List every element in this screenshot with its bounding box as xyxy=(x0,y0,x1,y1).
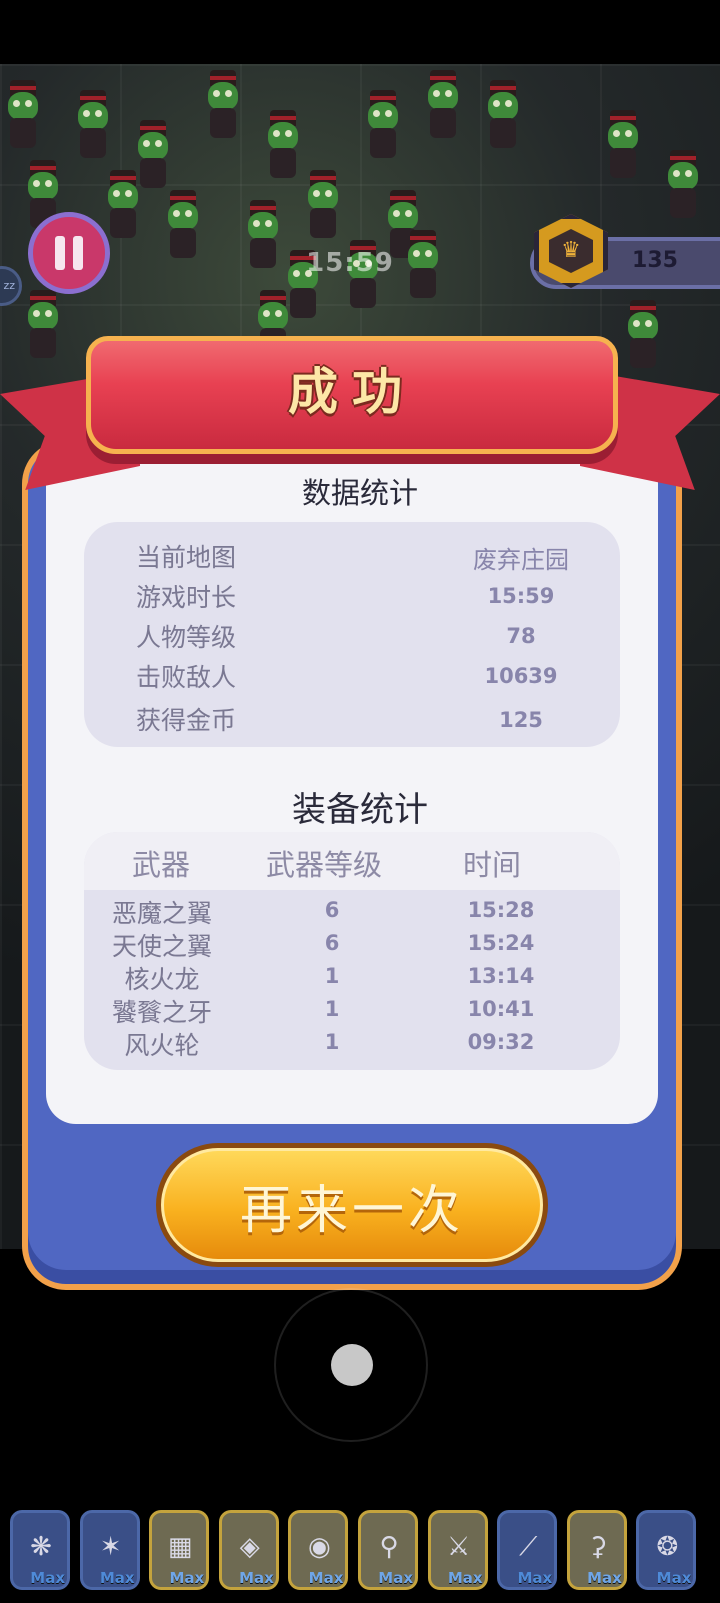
spear-icon: ⟋ xyxy=(519,1532,538,1562)
max-level-label: Max xyxy=(99,1569,135,1587)
demon-wings-icon: ❋ xyxy=(30,1532,52,1562)
zombie-enemy xyxy=(100,170,146,240)
side-status-text: zz xyxy=(3,279,15,292)
wheel-icon: ◉ xyxy=(308,1532,331,1562)
stat-value-duration: 15:59 xyxy=(487,584,555,608)
max-level-label: Max xyxy=(308,1569,344,1587)
hook-staff-icon: ⚳ xyxy=(588,1532,608,1562)
equip-row-time: 13:14 xyxy=(467,964,535,988)
fish-icon: ◈ xyxy=(239,1532,260,1562)
equip-row-time: 10:41 xyxy=(467,997,535,1021)
crown-icon: ♛ xyxy=(549,229,593,273)
angel-wings-icon: ✶ xyxy=(99,1532,122,1562)
weapon-bar: ❋ Max ✶ Max ▦ Max ◈ Max ◉ Max ⚲ Max ⚔ Max ⟋ Max ⚳ Max ❂ Max xyxy=(0,1500,720,1603)
zombie-enemy xyxy=(20,290,66,360)
pause-icon-bar-left xyxy=(55,236,65,270)
max-level-label: Max xyxy=(378,1569,413,1587)
weapon-slot[interactable]: ◈ Max xyxy=(218,1510,279,1590)
stat-value-map: 废弃庄园 xyxy=(473,546,569,574)
zombie-enemy xyxy=(620,300,666,370)
equip-row-name: 核火龙 xyxy=(124,965,200,994)
weapon-slot[interactable]: ⚔ Max xyxy=(427,1510,488,1590)
equip-row-name: 天使之翼 xyxy=(111,932,212,961)
zombie-enemy xyxy=(200,70,246,140)
zombie-enemy xyxy=(480,80,526,150)
sword-icon: ⚔ xyxy=(446,1532,471,1562)
pause-button[interactable] xyxy=(28,212,110,294)
zombie-enemy xyxy=(0,80,46,150)
weapon-slot[interactable]: ❋ Max xyxy=(10,1510,70,1590)
retry-button-label: 再来一次 xyxy=(161,1148,543,1262)
weapon-slot[interactable]: ⚳ Max xyxy=(566,1510,627,1590)
stat-label-level: 人物等级 xyxy=(136,623,237,652)
weapon-slot[interactable]: ◉ Max xyxy=(288,1510,349,1590)
weapon-slot[interactable]: ✶ Max xyxy=(79,1510,140,1590)
equip-row-time: 15:28 xyxy=(467,898,535,922)
weapon-slot[interactable]: ⟋ Max xyxy=(497,1510,558,1590)
equip-row-time: 15:24 xyxy=(467,931,535,955)
stat-value-kills: 10639 xyxy=(484,664,558,688)
zombie-enemy xyxy=(360,90,406,160)
staff-icon: ⚲ xyxy=(379,1532,399,1562)
stat-label-kills: 击败敌人 xyxy=(136,663,237,692)
equip-row-level: 1 xyxy=(324,997,340,1021)
zombie-enemy xyxy=(420,70,466,140)
zombie-enemy xyxy=(600,110,646,180)
stat-value-level: 78 xyxy=(506,624,536,648)
equip-row-level: 1 xyxy=(324,1030,340,1054)
max-level-label: Max xyxy=(447,1569,483,1587)
data-stats-title: 数据统计 xyxy=(301,476,418,510)
zombie-enemy xyxy=(70,90,116,160)
stat-label-gold: 获得金币 xyxy=(136,706,237,735)
stat-value-gold: 125 xyxy=(499,708,543,732)
zombie-enemy xyxy=(160,190,206,260)
equip-header-time: 时间 xyxy=(463,848,522,882)
joystick-knob[interactable] xyxy=(331,1344,373,1386)
zombie-enemy xyxy=(660,150,706,220)
game-timer: 15:59 xyxy=(306,248,394,278)
equip-header-level: 武器等级 xyxy=(266,848,383,882)
weapon-slot[interactable]: ❂ Max xyxy=(636,1510,697,1590)
equip-header-weapon: 武器 xyxy=(132,848,191,882)
equip-row-level: 1 xyxy=(324,964,340,988)
max-level-label: Max xyxy=(656,1569,692,1587)
max-level-label: Max xyxy=(587,1569,622,1587)
equip-stats-title: 装备统计 xyxy=(292,790,428,830)
equip-row-level: 6 xyxy=(324,931,340,955)
retry-button[interactable]: 再来一次 xyxy=(156,1143,548,1267)
max-level-label: Max xyxy=(30,1569,65,1587)
stat-label-duration: 游戏时长 xyxy=(136,583,237,612)
weapon-slot[interactable]: ⚲ Max xyxy=(358,1510,418,1590)
max-level-label: Max xyxy=(169,1569,205,1587)
result-title: 成功 xyxy=(288,363,416,421)
equip-row-name: 饕餮之牙 xyxy=(111,998,212,1027)
dragon-icon: ❂ xyxy=(656,1532,679,1562)
equip-row-name: 恶魔之翼 xyxy=(111,899,212,928)
weapon-slot[interactable]: ▦ Max xyxy=(149,1510,210,1590)
stat-label-map: 当前地图 xyxy=(136,543,237,572)
coin-count: 135 xyxy=(632,248,678,273)
zombie-enemy xyxy=(300,170,346,240)
max-level-label: Max xyxy=(517,1569,553,1587)
pause-icon-bar-right xyxy=(73,236,83,270)
max-level-label: Max xyxy=(239,1569,274,1587)
stone-block-icon: ▦ xyxy=(167,1532,193,1562)
equip-row-level: 6 xyxy=(324,898,340,922)
equip-row-time: 09:32 xyxy=(467,1030,535,1054)
equip-row-name: 风火轮 xyxy=(124,1031,200,1060)
